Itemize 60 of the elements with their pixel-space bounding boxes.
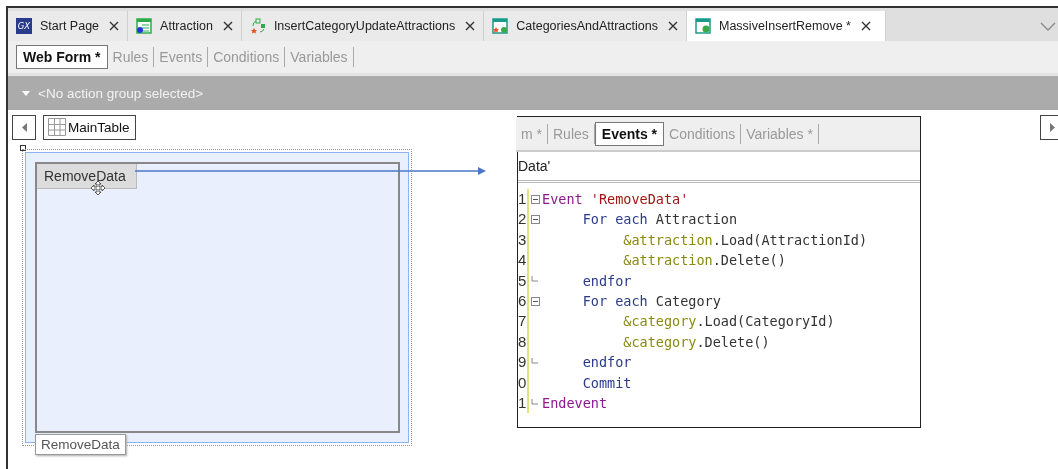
scroll-right-button[interactable]	[1040, 114, 1058, 140]
line-number: 5	[518, 270, 527, 291]
close-icon[interactable]	[109, 21, 120, 31]
document-icon	[249, 18, 266, 34]
logo: GX	[16, 18, 32, 34]
tab-label: Start Page	[40, 19, 100, 33]
document-tab[interactable]: InsertCategoryUpdateAttractions	[241, 11, 485, 41]
collapse-icon[interactable]	[531, 296, 540, 306]
editor-tab[interactable]: Web Form *	[16, 45, 108, 69]
line-number: 6	[518, 290, 527, 311]
line-number: 9	[518, 352, 527, 373]
code-line: &category.Load(CategoryId)	[622, 312, 835, 332]
line-number: 8	[518, 331, 527, 352]
event-header: Data'	[518, 158, 551, 174]
fold-end-icon	[531, 398, 540, 408]
code-line: &attraction.Delete()	[622, 251, 786, 271]
grid-icon	[48, 118, 66, 136]
line-number: 1	[518, 392, 527, 413]
remove-data-button[interactable]: RemoveData	[37, 164, 137, 189]
tab-label: MassiveInsertRemove *	[719, 19, 851, 33]
move-cursor-icon	[90, 180, 106, 196]
tab-label: CategoriesAndAttractions	[516, 19, 658, 33]
right-arrow-icon	[1050, 122, 1055, 132]
document-tab[interactable]: Attraction	[128, 11, 242, 41]
code-line: endfor	[581, 353, 632, 373]
close-icon[interactable]	[222, 21, 233, 31]
code-line: For each Category	[581, 291, 721, 311]
document-tab[interactable]: MassiveInsertRemove *	[687, 11, 886, 41]
document-icon	[695, 18, 711, 34]
tab-label: Attraction	[160, 19, 213, 33]
document-tab[interactable]: CategoriesAndAttractions	[484, 11, 687, 41]
tab-label: InsertCategoryUpdateAttractions	[273, 19, 456, 33]
close-icon[interactable]	[861, 21, 871, 31]
close-icon[interactable]	[465, 21, 476, 31]
line-number: 1	[518, 189, 527, 209]
collapse-icon[interactable]	[531, 215, 540, 225]
fold-end-icon	[531, 357, 540, 367]
document-icon	[492, 18, 509, 34]
line-number: 4	[518, 250, 527, 271]
editor-tab[interactable]: Events *	[594, 121, 665, 146]
code-line: endfor	[581, 271, 632, 291]
selection-handle[interactable]	[20, 145, 26, 151]
document-icon	[136, 18, 153, 34]
code-line: For each Attraction	[581, 210, 738, 230]
code-line: Commit	[581, 373, 632, 393]
scroll-left-button[interactable]	[12, 114, 36, 140]
code-line: Event 'RemoveData'	[542, 190, 689, 209]
tooltip: RemoveData	[35, 434, 126, 455]
line-number: 0	[518, 372, 527, 393]
line-number: 3	[518, 229, 527, 250]
table-selector[interactable]: MainTable	[43, 114, 136, 140]
code-line: &category.Delete()	[622, 332, 770, 352]
code-line: Endevent	[542, 393, 608, 413]
document-tab[interactable]: GX Start Page	[8, 11, 129, 41]
line-number: 7	[518, 311, 527, 332]
close-icon[interactable]	[668, 21, 678, 31]
code-line: &attraction.Load(AttractionId)	[622, 230, 868, 250]
collapse-icon[interactable]	[531, 194, 540, 204]
line-number: 2	[518, 209, 527, 230]
left-arrow-icon	[21, 122, 27, 132]
